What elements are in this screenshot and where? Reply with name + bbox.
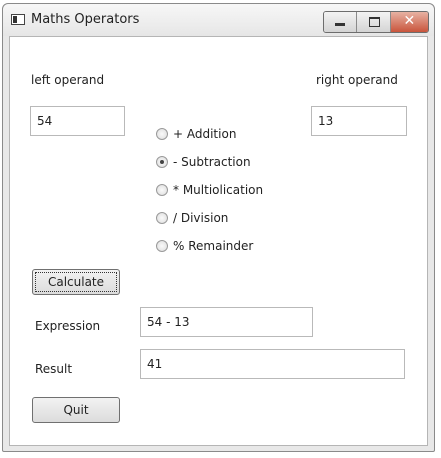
radio-division-label: / Division (173, 211, 229, 225)
result-field[interactable] (140, 349, 405, 379)
calculate-button[interactable]: Calculate (32, 269, 120, 295)
minimize-button[interactable] (324, 12, 358, 32)
radio-subtraction[interactable]: - Subtraction (156, 155, 251, 169)
expression-label: Expression (35, 319, 101, 333)
form-body: left operand right operand + Addition - … (9, 36, 428, 446)
result-label: Result (35, 362, 73, 376)
left-operand-label: left operand (31, 73, 105, 87)
radio-division[interactable]: / Division (156, 211, 228, 225)
main-window: Maths Operators ✕ left operand right ope… (2, 3, 435, 452)
radio-remainder-button[interactable] (156, 240, 168, 252)
radio-addition-button[interactable] (156, 128, 168, 140)
quit-button[interactable]: Quit (32, 397, 120, 423)
left-operand-input[interactable] (30, 106, 125, 136)
expression-field[interactable] (140, 307, 313, 337)
right-operand-input[interactable] (311, 106, 407, 136)
maximize-button[interactable] (357, 12, 391, 32)
close-icon: ✕ (403, 13, 416, 29)
radio-remainder-label: % Remainder (173, 239, 254, 253)
radio-addition[interactable]: + Addition (156, 127, 236, 141)
window-title: Maths Operators (31, 12, 140, 27)
maximize-icon (368, 17, 380, 27)
caption-buttons: ✕ (323, 11, 429, 33)
radio-multiplication-label: * Multiolication (173, 183, 264, 197)
radio-addition-label: + Addition (173, 127, 237, 141)
minimize-icon (335, 23, 346, 26)
radio-subtraction-label: - Subtraction (173, 155, 251, 169)
close-button[interactable]: ✕ (390, 12, 428, 32)
title-bar[interactable]: Maths Operators ✕ (3, 4, 434, 36)
radio-remainder[interactable]: % Remainder (156, 239, 253, 253)
app-window-icon (11, 14, 25, 25)
radio-multiplication[interactable]: * Multiolication (156, 183, 263, 197)
radio-subtraction-button[interactable] (156, 156, 168, 168)
radio-division-button[interactable] (156, 212, 168, 224)
right-operand-label: right operand (316, 73, 398, 87)
radio-multiplication-button[interactable] (156, 184, 168, 196)
